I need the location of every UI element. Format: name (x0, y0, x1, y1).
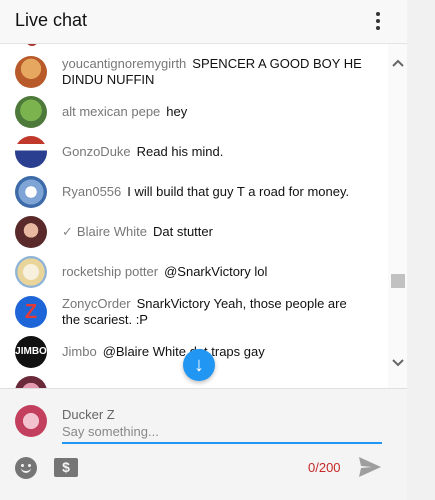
message-list[interactable]: youcantignoremygirth SPENCER A GOOD BOY H… (0, 44, 388, 388)
avatar[interactable] (15, 216, 47, 248)
message-text: @SnarkVictory lol (164, 264, 268, 279)
chat-header: Live chat (0, 0, 407, 44)
author-name[interactable]: youcantignoremygirth (62, 56, 186, 71)
more-vert-icon[interactable] (368, 10, 388, 34)
avatar[interactable] (15, 376, 47, 388)
author-name[interactable]: GonzoDuke (62, 144, 131, 159)
message-text: Dat stutter (152, 224, 213, 239)
user-name: Ducker Z (62, 407, 115, 422)
message-text: I will build that guy T a road for money… (127, 184, 350, 199)
author-name[interactable]: Jimbo (62, 344, 97, 359)
avatar[interactable]: Z (15, 296, 47, 328)
avatar[interactable] (15, 176, 47, 208)
chat-compose: Ducker Z Say something... $ 0/200 (0, 388, 407, 500)
chat-title: Live chat (15, 10, 88, 30)
arrow-down-icon: ↓ (194, 354, 204, 376)
scrollbar-thumb[interactable] (391, 274, 405, 288)
avatar[interactable] (15, 136, 47, 168)
author-name[interactable]: rocketship potter (62, 264, 158, 279)
user-avatar (15, 405, 47, 437)
super-chat-icon[interactable]: $ (54, 458, 78, 477)
send-icon[interactable] (358, 456, 382, 478)
message-text: Read his mind. (136, 144, 224, 159)
message-input[interactable]: Say something... (62, 424, 382, 444)
avatar[interactable]: JIMBO (15, 336, 47, 368)
scroll-up-chevron-icon[interactable] (389, 56, 407, 76)
avatar[interactable] (15, 256, 47, 288)
avatar[interactable] (15, 56, 47, 88)
author-name[interactable]: alt mexican pepe (62, 104, 160, 119)
character-counter: 0/200 (308, 460, 341, 475)
message-text: hey (166, 104, 188, 119)
partial-avatar (26, 44, 38, 46)
author-name[interactable]: Blaire White (77, 224, 147, 239)
author-name[interactable]: ZonycOrder (62, 296, 131, 311)
message-text: @Blaire White dat traps gay (102, 344, 265, 359)
author-name[interactable]: Ryan0556 (62, 184, 121, 199)
scrollbar-track[interactable] (388, 44, 407, 388)
scroll-to-bottom-button[interactable]: ↓ (183, 349, 215, 381)
side-panel (407, 0, 435, 500)
verified-check-icon: ✓ (62, 224, 73, 239)
avatar[interactable] (15, 96, 47, 128)
scroll-down-chevron-icon[interactable] (389, 356, 407, 376)
emoji-icon[interactable] (15, 457, 37, 479)
